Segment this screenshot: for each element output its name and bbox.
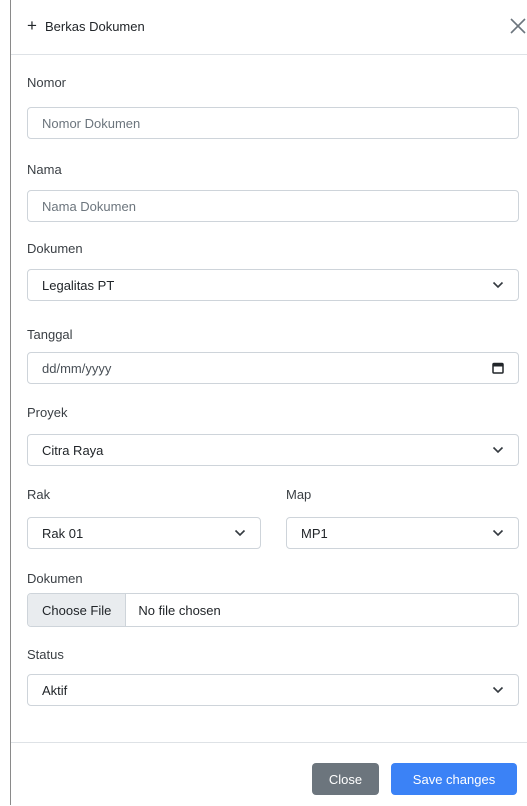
dokumen-type-value: Legalitas PT xyxy=(42,277,115,293)
modal-dialog: + Berkas Dokumen Nomor Nama Dokumen Lega… xyxy=(11,0,527,805)
map-label: Map xyxy=(286,487,312,502)
dokumen-file-label: Dokumen xyxy=(27,571,83,586)
close-icon[interactable] xyxy=(507,15,527,37)
tanggal-date-input[interactable]: dd/mm/yyyy xyxy=(27,352,519,384)
dokumen-type-label: Dokumen xyxy=(27,241,83,256)
plus-icon: + xyxy=(27,16,37,35)
nama-label: Nama xyxy=(27,162,62,177)
modal-footer: Close Save changes xyxy=(11,742,527,806)
chevron-down-icon xyxy=(492,529,504,537)
file-name-text: No file chosen xyxy=(138,602,221,618)
status-value: Aktif xyxy=(42,682,68,698)
rak-value: Rak 01 xyxy=(42,525,84,541)
nama-input[interactable] xyxy=(27,190,519,222)
proyek-label: Proyek xyxy=(27,405,68,420)
rak-label: Rak xyxy=(27,487,51,502)
proyek-select[interactable]: Citra Raya xyxy=(27,434,519,466)
dokumen-file-input[interactable]: Choose File No file chosen xyxy=(27,593,519,627)
tanggal-placeholder: dd/mm/yyyy xyxy=(42,360,112,376)
calendar-icon[interactable] xyxy=(492,362,504,374)
background-edge xyxy=(0,0,11,805)
save-changes-button[interactable]: Save changes xyxy=(391,763,517,795)
dokumen-type-select[interactable]: Legalitas PT xyxy=(27,269,519,301)
chevron-down-icon xyxy=(492,446,504,454)
rak-select[interactable]: Rak 01 xyxy=(27,517,261,549)
tanggal-label: Tanggal xyxy=(27,327,73,342)
modal-header: + Berkas Dokumen xyxy=(11,0,527,55)
map-select[interactable]: MP1 xyxy=(286,517,519,549)
nomor-input[interactable] xyxy=(27,107,519,139)
close-button[interactable]: Close xyxy=(312,763,379,795)
proyek-value: Citra Raya xyxy=(42,442,104,458)
chevron-down-icon xyxy=(234,529,246,537)
chevron-down-icon xyxy=(492,281,504,289)
nomor-label: Nomor xyxy=(27,75,67,90)
chevron-down-icon xyxy=(492,686,504,694)
map-value: MP1 xyxy=(301,525,328,541)
status-select[interactable]: Aktif xyxy=(27,674,519,706)
choose-file-button[interactable]: Choose File xyxy=(28,594,127,626)
modal-title: Berkas Dokumen xyxy=(45,19,145,34)
status-label: Status xyxy=(27,647,64,662)
